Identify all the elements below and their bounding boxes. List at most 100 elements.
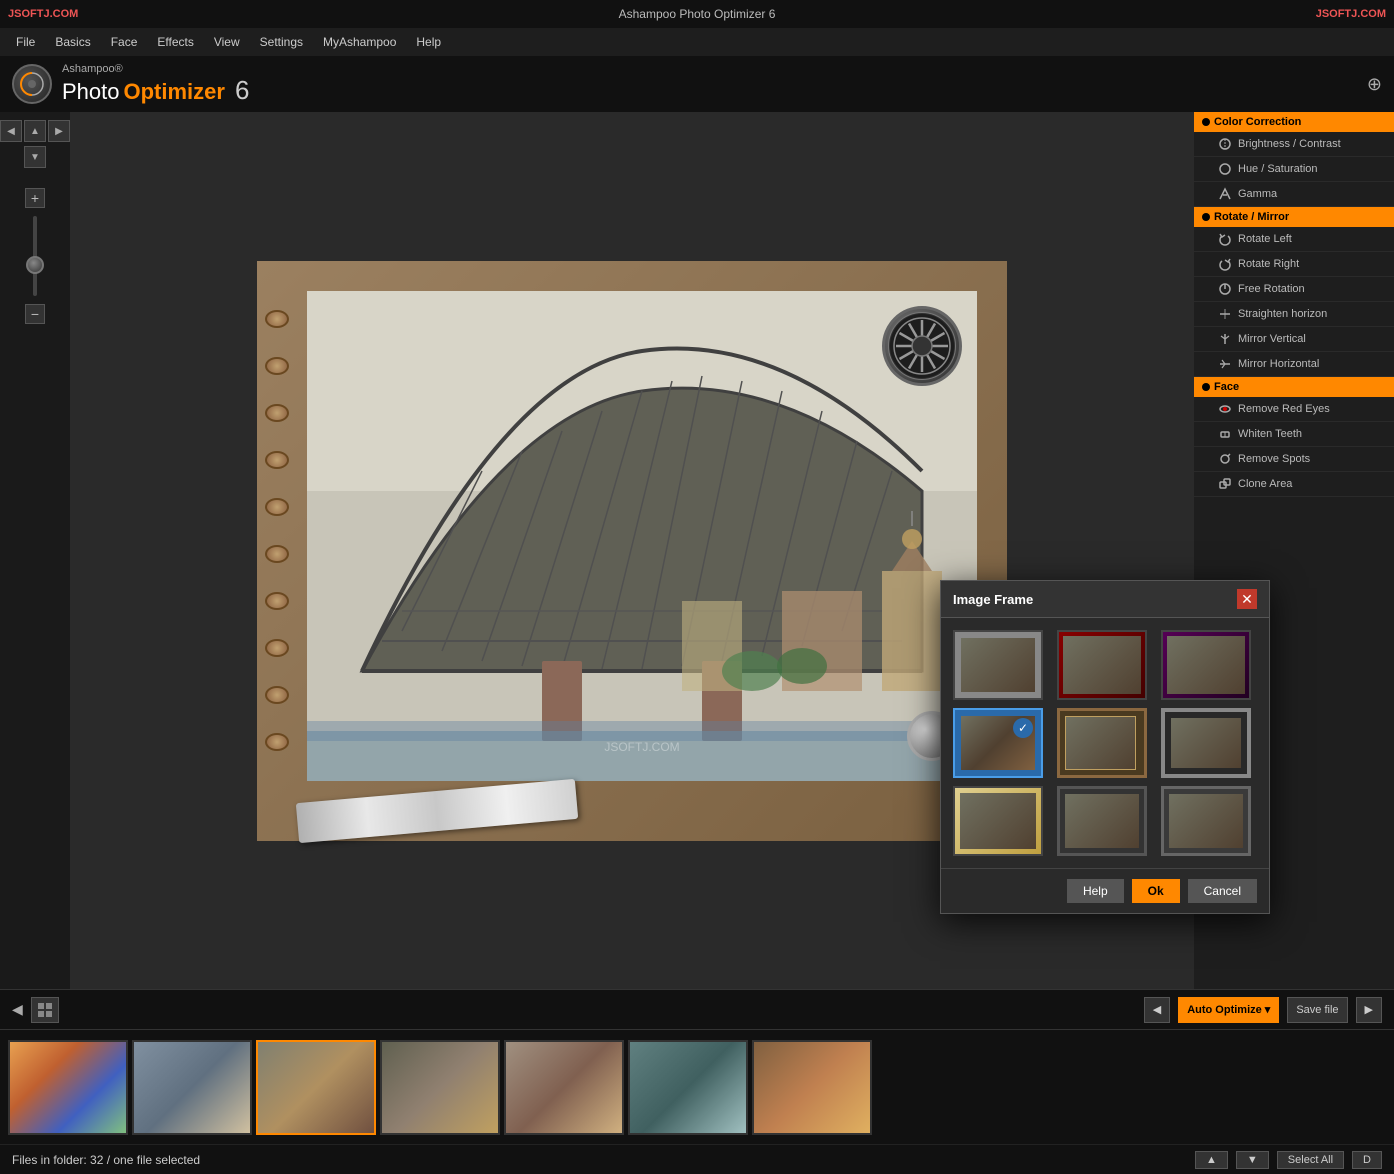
arrow-down[interactable]: ▼: [24, 146, 46, 168]
nav-prev-button[interactable]: ▲: [1195, 1151, 1228, 1169]
zoom-out-button[interactable]: −: [25, 304, 45, 324]
dialog-footer: Help Ok Cancel: [941, 868, 1269, 913]
hue-icon: [1218, 162, 1232, 176]
filmstrip-thumb-5[interactable]: [504, 1040, 624, 1135]
watermark-left: JSOFTJ.COM: [8, 8, 78, 20]
left-panel: ◀ ▲ ▶ ▼ + −: [0, 112, 70, 989]
logobar: Ashampoo® Photo Optimizer 6 ⊕: [0, 56, 1394, 112]
filmstrip-thumb-3-selected[interactable]: [256, 1040, 376, 1135]
nav-arrows: ◀ ▲ ▶ ▼: [0, 120, 70, 168]
frame-option-7[interactable]: [953, 786, 1043, 856]
rotate-mirror-header: Rotate / Mirror: [1194, 207, 1394, 227]
mirror-vertical-item[interactable]: Mirror Vertical: [1194, 327, 1394, 352]
d-button[interactable]: D: [1352, 1151, 1382, 1169]
spiral-hole: [265, 686, 289, 704]
dialog-help-button[interactable]: Help: [1067, 879, 1124, 903]
dialog-close-button[interactable]: ✕: [1237, 589, 1257, 609]
zoom-slider-thumb[interactable]: [26, 256, 44, 274]
filmstrip-thumb-7[interactable]: [752, 1040, 872, 1135]
frame-option-4-selected[interactable]: ✓: [953, 708, 1043, 778]
zoom-section: + −: [25, 188, 45, 324]
menu-effects[interactable]: Effects: [149, 32, 201, 52]
remove-red-eyes-item[interactable]: Remove Red Eyes: [1194, 397, 1394, 422]
frame-option-3[interactable]: [1161, 630, 1251, 700]
arrow-up[interactable]: ▲: [24, 120, 46, 142]
remove-spots-icon: [1218, 452, 1232, 466]
menu-myashampoo[interactable]: MyAshampoo: [315, 32, 404, 52]
filmstrip-thumb-1[interactable]: [8, 1040, 128, 1135]
nav-next-button[interactable]: ▼: [1236, 1151, 1269, 1169]
dialog-cancel-button[interactable]: Cancel: [1188, 879, 1257, 903]
brightness-contrast-item[interactable]: Brightness / Contrast: [1194, 132, 1394, 157]
spiral-hole: [265, 592, 289, 610]
select-all-button[interactable]: Select All: [1277, 1151, 1344, 1169]
filmstrip-thumb-6[interactable]: [628, 1040, 748, 1135]
product-name: Photo Optimizer 6: [62, 75, 249, 106]
filmstrip-thumb-2[interactable]: [132, 1040, 252, 1135]
face-header: Face: [1194, 377, 1394, 397]
free-rotation-item[interactable]: Free Rotation: [1194, 277, 1394, 302]
next-button[interactable]: ▶: [1356, 997, 1382, 1023]
face-section: Face Remove Red Eyes Whiten Teeth Remove…: [1194, 377, 1394, 497]
menu-help[interactable]: Help: [408, 32, 449, 52]
whiten-teeth-item[interactable]: Whiten Teeth: [1194, 422, 1394, 447]
straighten-horizon-item[interactable]: Straighten horizon: [1194, 302, 1394, 327]
brightness-icon: [1218, 137, 1232, 151]
bridge-photo: JSOFTJ.COM: [307, 291, 977, 781]
frame-option-2[interactable]: [1057, 630, 1147, 700]
menu-view[interactable]: View: [206, 32, 248, 52]
frame-option-6[interactable]: [1161, 708, 1251, 778]
hue-saturation-item[interactable]: Hue / Saturation: [1194, 157, 1394, 182]
spiral-hole: [265, 404, 289, 422]
dialog-ok-button[interactable]: Ok: [1132, 879, 1180, 903]
spiral-hole: [265, 310, 289, 328]
menu-face[interactable]: Face: [103, 32, 146, 52]
mirror-horizontal-icon: [1218, 357, 1232, 371]
app-title: Ashampoo Photo Optimizer 6: [619, 7, 776, 21]
clone-area-item[interactable]: Clone Area: [1194, 472, 1394, 497]
menu-file[interactable]: File: [8, 32, 43, 52]
arrow-right[interactable]: ▶: [48, 120, 70, 142]
notebook-frame: JSOFTJ.COM: [257, 261, 1007, 841]
gamma-item[interactable]: Gamma: [1194, 182, 1394, 207]
bottom-toolbar: ◀ ◀ Auto Optimize ▾ Save file ▶: [0, 989, 1394, 1029]
prev-button[interactable]: ◀: [1144, 997, 1170, 1023]
frame-option-5[interactable]: [1057, 708, 1147, 778]
zoom-in-button[interactable]: +: [25, 188, 45, 208]
rotate-left-icon: [1218, 232, 1232, 246]
spiral-holes: [265, 281, 295, 781]
arrow-left[interactable]: ◀: [0, 120, 22, 142]
svg-text:JSOFTJ.COM: JSOFTJ.COM: [604, 740, 679, 754]
dialog-title: Image Frame: [953, 592, 1033, 607]
spiral-hole: [265, 357, 289, 375]
status-right: ▲ ▼ Select All D: [1195, 1151, 1382, 1169]
menu-settings[interactable]: Settings: [252, 32, 311, 52]
expand-left-button[interactable]: ◀: [12, 1001, 23, 1018]
image-frame-dialog: Image Frame ✕ ✓: [940, 580, 1270, 914]
mirror-horizontal-item[interactable]: Mirror Horizontal: [1194, 352, 1394, 377]
color-correction-section: Color Correction Brightness / Contrast H…: [1194, 112, 1394, 207]
share-icon[interactable]: ⊕: [1367, 74, 1382, 95]
thumbnail-toggle-button[interactable]: [31, 997, 59, 1023]
logo-section: Ashampoo® Photo Optimizer 6: [12, 63, 249, 106]
shutter-icon: [882, 306, 962, 386]
color-correction-header: Color Correction: [1194, 112, 1394, 132]
auto-optimize-button[interactable]: Auto Optimize ▾: [1178, 997, 1279, 1023]
clone-icon: [1218, 477, 1232, 491]
spiral-hole: [265, 545, 289, 563]
save-file-button[interactable]: Save file: [1287, 997, 1347, 1023]
frame-option-9[interactable]: [1161, 786, 1251, 856]
rotate-right-item[interactable]: Rotate Right: [1194, 252, 1394, 277]
frame-option-1[interactable]: [953, 630, 1043, 700]
zoom-slider-track: [33, 216, 37, 296]
frame-option-8[interactable]: [1057, 786, 1147, 856]
spiral-hole: [265, 451, 289, 469]
status-text: Files in folder: 32 / one file selected: [12, 1153, 200, 1167]
filmstrip-thumb-4[interactable]: [380, 1040, 500, 1135]
logo-text: Ashampoo® Photo Optimizer 6: [62, 63, 249, 106]
rotate-left-item[interactable]: Rotate Left: [1194, 227, 1394, 252]
free-rotation-icon: [1218, 282, 1232, 296]
menu-basics[interactable]: Basics: [47, 32, 98, 52]
status-bar: Files in folder: 32 / one file selected …: [0, 1144, 1394, 1174]
remove-spots-item[interactable]: Remove Spots: [1194, 447, 1394, 472]
